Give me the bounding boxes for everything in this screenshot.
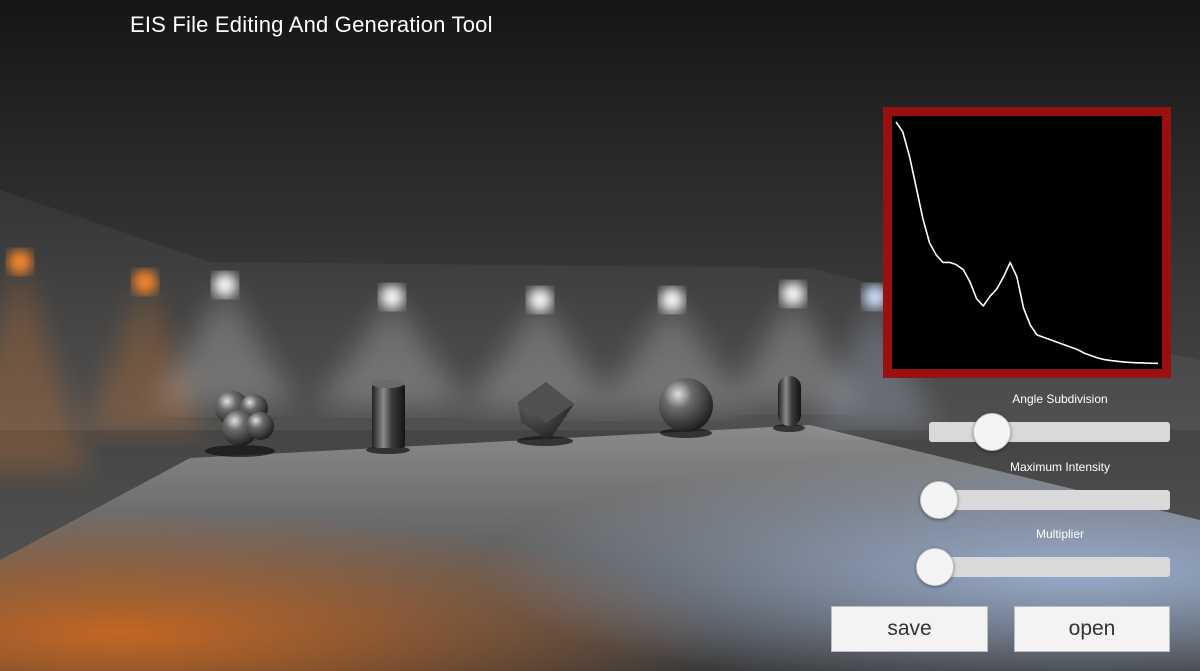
light-source-1 [8,250,32,274]
angle-subdivision-slider[interactable] [929,413,1170,451]
angle-subdivision-label: Angle Subdivision [1012,392,1108,406]
light-source-3 [213,273,237,297]
multiplier-slider-handle[interactable] [916,548,954,586]
light-source-7 [781,282,805,306]
light-source-6 [660,288,684,312]
light-source-4 [380,285,404,309]
light-source-2 [133,270,157,294]
save-button[interactable]: save [831,606,988,652]
maximum-intensity-slider-handle[interactable] [920,481,958,519]
multiplier-label: Multiplier [1035,527,1084,541]
app-window: EIS File Editing And Generation Tool Ang… [0,0,1200,671]
maximum-intensity-label: Maximum Intensity [1009,460,1111,474]
angle-subdivision-slider-handle[interactable] [972,413,1011,451]
app-title: EIS File Editing And Generation Tool [130,12,493,37]
maximum-intensity-slider[interactable] [920,481,1170,519]
open-button[interactable]: open [1014,606,1170,652]
multiplier-slider[interactable] [916,548,1170,586]
intensity-profile-graph [883,107,1171,378]
intensity-profile-plot [892,116,1162,369]
light-source-5 [528,288,552,312]
